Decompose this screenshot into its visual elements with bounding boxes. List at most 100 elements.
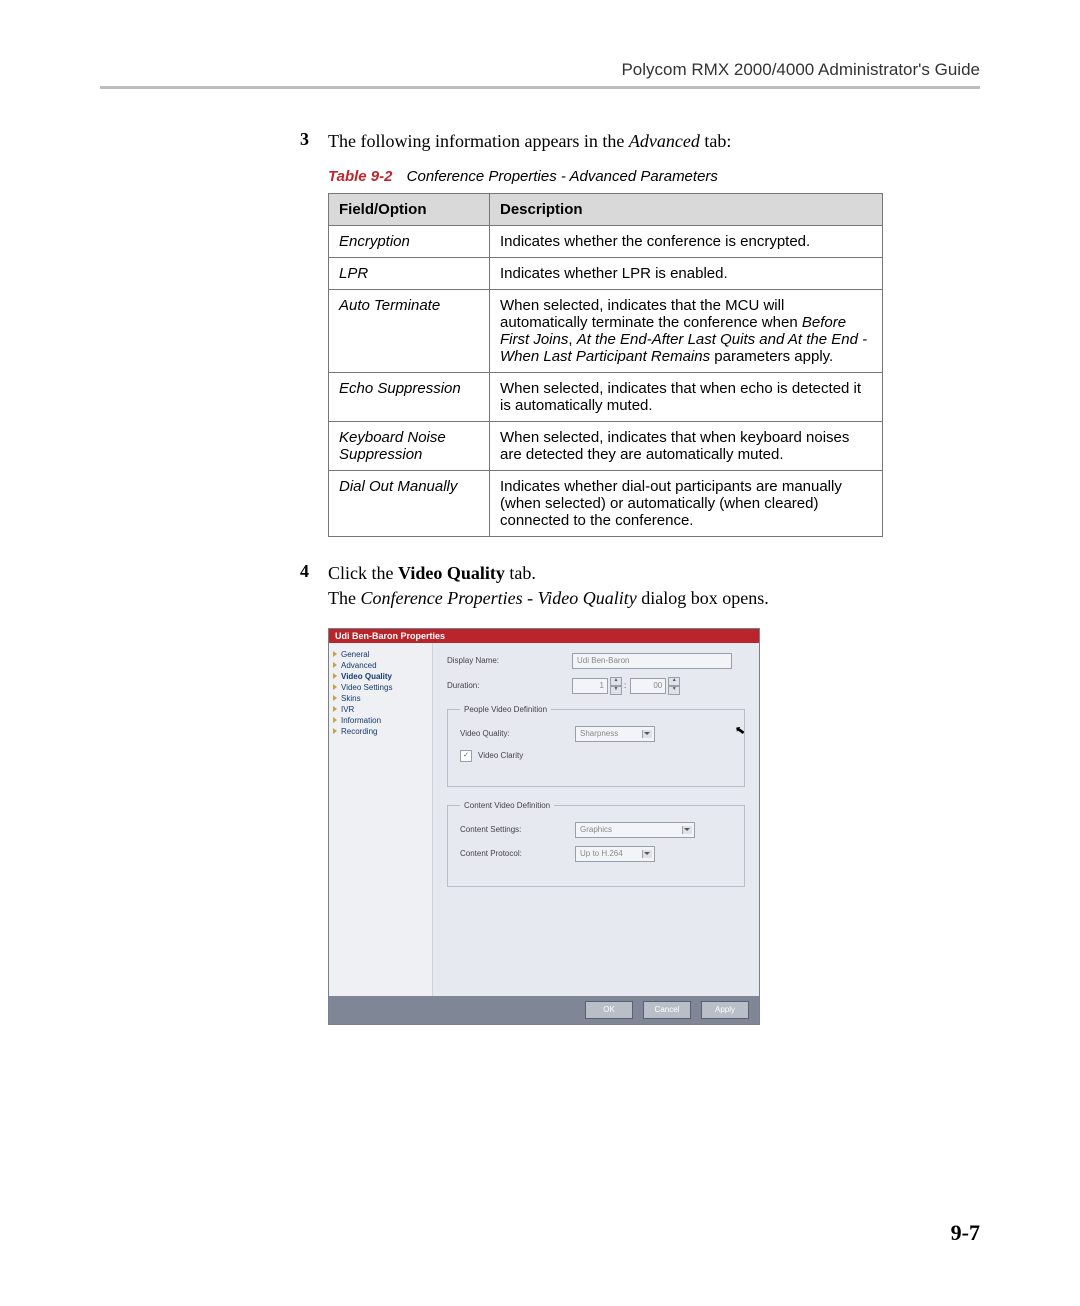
step-text: The following information appears in the… [328,129,731,154]
video-clarity-checkbox[interactable]: ✓ [460,750,472,762]
text-italic: Conference Properties - Video Quality [360,588,636,608]
step-4: 4 Click the Video Quality tab. The Confe… [300,561,950,611]
cancel-button[interactable]: Cancel [643,1001,691,1019]
cell-field: Dial Out Manually [329,471,490,537]
sidebar-item-recording[interactable]: Recording [333,726,428,737]
sidebar-item-ivr[interactable]: IVR [333,704,428,715]
duration-spinner[interactable]: 1 ▲▼ : 00 ▲▼ [572,677,678,695]
content-video-definition-group: Content Video Definition Content Setting… [447,801,745,887]
header-guide-title: Polycom RMX 2000/4000 Administrator's Gu… [100,60,980,80]
dialog-sidebar: General Advanced Video Quality Video Set… [329,643,433,996]
content-settings-label: Content Settings: [460,825,575,834]
group-legend: Content Video Definition [460,801,554,810]
select-value: Graphics [580,825,612,834]
document-page: Polycom RMX 2000/4000 Administrator's Gu… [0,0,1080,1306]
sidebar-item-video-settings[interactable]: Video Settings [333,682,428,693]
apply-button[interactable]: Apply [701,1001,749,1019]
chevron-right-icon [333,662,337,668]
text: The [328,588,360,608]
content-settings-select[interactable]: Graphics [575,822,695,838]
cell-field: Echo Suppression [329,373,490,422]
content-settings-row: Content Settings: Graphics [460,822,732,838]
cell-desc: Indicates whether dial-out participants … [490,471,883,537]
text-bold: Video Quality [398,563,505,583]
chevron-down-icon [644,732,650,735]
dialog-body: General Advanced Video Quality Video Set… [329,643,759,996]
sidebar-item-video-quality[interactable]: Video Quality [333,671,428,682]
cell-desc: When selected, indicates that the MCU wi… [490,290,883,373]
cell-field: Encryption [329,226,490,258]
sidebar-item-label: Skins [341,694,361,703]
video-clarity-row: ✓ Video Clarity [460,750,732,762]
video-quality-label: Video Quality: [460,729,575,738]
col-header-description: Description [490,194,883,226]
sidebar-item-label: Recording [341,727,377,736]
chevron-right-icon [333,684,337,690]
select-value: Sharpness [580,729,618,738]
chevron-right-icon [333,695,337,701]
dialog-screenshot: Udi Ben-Baron Properties General Advance… [328,628,758,1025]
table-row: Keyboard Noise Suppression When selected… [329,422,883,471]
sidebar-item-general[interactable]: General [333,649,428,660]
cell-field: Keyboard Noise Suppression [329,422,490,471]
chevron-right-icon [333,706,337,712]
table-row: Dial Out Manually Indicates whether dial… [329,471,883,537]
ok-button[interactable]: OK [585,1001,633,1019]
people-video-definition-group: People Video Definition Video Quality: S… [447,705,745,787]
table-row: Auto Terminate When selected, indicates … [329,290,883,373]
table-row: Encryption Indicates whether the confere… [329,226,883,258]
sidebar-item-information[interactable]: Information [333,715,428,726]
table-row: LPR Indicates whether LPR is enabled. [329,258,883,290]
step-3: 3 The following information appears in t… [300,129,950,154]
group-legend: People Video Definition [460,705,551,714]
table-row: Echo Suppression When selected, indicate… [329,373,883,422]
duration-hours[interactable]: 1 [572,678,608,694]
spinner-buttons[interactable]: ▲▼ [668,677,678,695]
chevron-down-icon [644,852,650,855]
spinner-buttons[interactable]: ▲▼ [610,677,620,695]
text: dialog box opens. [637,588,769,608]
text: The following information appears in the [328,131,629,151]
display-name-input[interactable]: Udi Ben-Baron [572,653,732,669]
content-protocol-row: Content Protocol: Up to H.264 [460,846,732,862]
dialog-footer: OK Cancel Apply [329,996,759,1024]
content-area: 3 The following information appears in t… [300,129,950,1025]
table-caption-label: Table 9-2 [328,168,392,185]
dialog-main-pane: ⬉ Display Name: Udi Ben-Baron Duration: … [433,643,759,996]
cell-desc: When selected, indicates that when echo … [490,373,883,422]
cell-field: LPR [329,258,490,290]
text: parameters apply. [710,348,833,365]
sidebar-item-label: General [341,650,369,659]
table-caption: Table 9-2 Conference Properties - Advanc… [328,168,950,185]
duration-label: Duration: [447,681,572,690]
select-value: Up to H.264 [580,849,623,858]
chevron-right-icon [333,728,337,734]
content-protocol-select[interactable]: Up to H.264 [575,846,655,862]
cell-desc: When selected, indicates that when keybo… [490,422,883,471]
properties-dialog: Udi Ben-Baron Properties General Advance… [328,628,760,1025]
duration-sep: : [624,681,626,690]
duration-row: Duration: 1 ▲▼ : 00 ▲▼ [447,677,745,695]
text: Click the [328,563,398,583]
sidebar-item-label: IVR [341,705,354,714]
table-caption-text: Conference Properties - Advanced Paramet… [407,168,718,185]
sidebar-item-advanced[interactable]: Advanced [333,660,428,671]
step-number: 4 [300,561,328,611]
duration-minutes[interactable]: 00 [630,678,666,694]
page-number: 9-7 [951,1220,980,1246]
text-italic: Advanced [629,131,700,151]
cell-field: Auto Terminate [329,290,490,373]
cell-desc: Indicates whether the conference is encr… [490,226,883,258]
video-quality-select[interactable]: Sharpness [575,726,655,742]
step-text: Click the Video Quality tab. The Confere… [328,561,769,611]
chevron-down-icon [684,828,690,831]
header-rule [100,86,980,89]
chevron-right-icon [333,717,337,723]
sidebar-item-skins[interactable]: Skins [333,693,428,704]
sidebar-item-label: Video Quality [341,672,392,681]
text: tab. [505,563,536,583]
cell-desc: Indicates whether LPR is enabled. [490,258,883,290]
video-clarity-label: Video Clarity [478,751,523,760]
display-name-label: Display Name: [447,656,572,665]
parameters-table: Field/Option Description Encryption Indi… [328,193,883,537]
